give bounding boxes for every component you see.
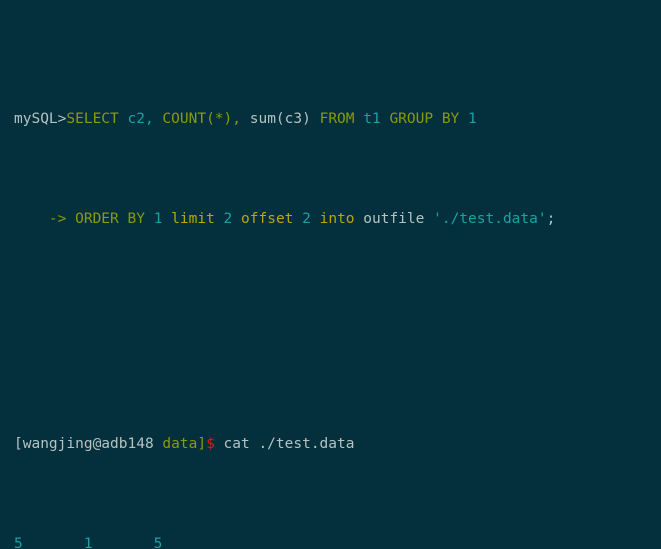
sql-func-sum: sum(c3) bbox=[241, 111, 311, 127]
shell-prompt-line-1: [wangjing@adb148 data]$ cat ./test.data bbox=[14, 432, 661, 457]
sql-keyword-into: into bbox=[310, 211, 355, 227]
sql-keyword-orderby: ORDER BY bbox=[66, 211, 145, 227]
terminal-window[interactable]: mySQL>SELECT c2, COUNT(*), sum(c3) FROM … bbox=[0, 0, 661, 549]
sql-offset-value: 2 bbox=[293, 211, 311, 227]
sql-keyword-from: FROM bbox=[310, 111, 355, 127]
sql-outfile-path: './test.data' bbox=[424, 211, 547, 227]
continuation-arrow: -> bbox=[48, 211, 67, 227]
shell-dollar-sign: $ bbox=[206, 436, 215, 452]
sql-keyword-offset: offset bbox=[232, 211, 294, 227]
file-output-row-text: 5 1 5 bbox=[14, 536, 163, 549]
sql-keyword-outfile: outfile bbox=[354, 211, 425, 227]
sql-table-t1: t1 bbox=[354, 111, 381, 127]
mysql-prompt: mySQL> bbox=[14, 111, 67, 127]
sql-func-count: COUNT(*), bbox=[153, 111, 242, 127]
sql-limit-value: 2 bbox=[214, 211, 233, 227]
sql-groupby-index: 1 bbox=[459, 111, 477, 127]
shell-command-cat-1: cat ./test.data bbox=[214, 436, 355, 452]
shell-directory: data] bbox=[162, 436, 207, 452]
mysql-continuation-line-1: -> ORDER BY 1 limit 2 offset 2 into outf… bbox=[14, 207, 661, 232]
sql-keyword-groupby: GROUP BY bbox=[380, 111, 460, 127]
sql-orderby-index: 1 bbox=[144, 211, 163, 227]
sql-keyword-select: SELECT bbox=[66, 111, 119, 127]
shell-user-host: [wangjing@adb148 bbox=[14, 436, 163, 452]
file-output-row: 5 1 5 bbox=[14, 532, 661, 549]
sql-column-c2: c2, bbox=[118, 111, 154, 127]
mysql-command-line-1: mySQL>SELECT c2, COUNT(*), sum(c3) FROM … bbox=[14, 107, 661, 132]
sql-keyword-limit: limit bbox=[162, 211, 215, 227]
sql-statement-terminator: ; bbox=[546, 211, 556, 227]
